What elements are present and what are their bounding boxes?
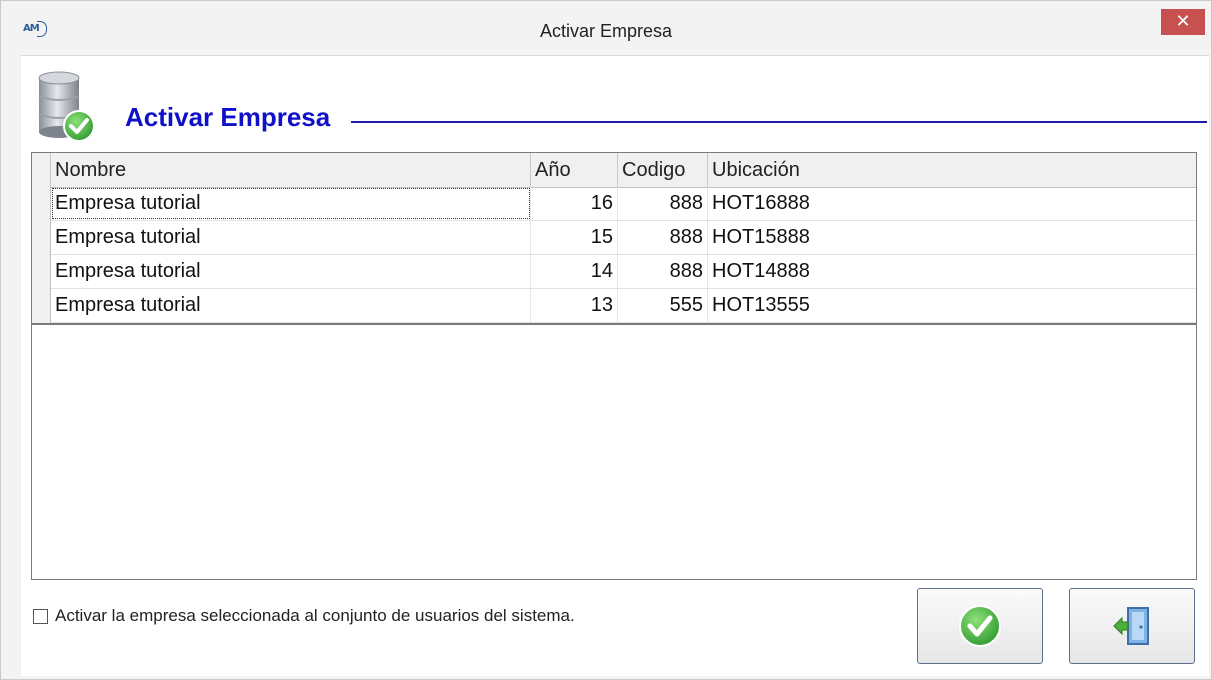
column-header-anio[interactable]: Año [531,153,618,187]
cell-codigo[interactable]: 888 [618,221,708,254]
cell-anio[interactable]: 13 [531,289,618,322]
cell-ubicacion[interactable]: HOT13555 [708,289,1196,322]
section-title: Activar Empresa [125,102,331,132]
row-indicator[interactable] [32,255,51,289]
exit-button[interactable] [1069,588,1195,664]
cell-anio[interactable]: 14 [531,255,618,288]
cell-codigo[interactable]: 555 [618,289,708,322]
cell-ubicacion[interactable]: HOT15888 [708,221,1196,254]
companies-grid[interactable]: Nombre Año Codigo Ubicación Empresa tuto… [31,152,1197,580]
database-check-icon [38,71,95,142]
cell-codigo[interactable]: 888 [618,255,708,288]
grid-header: Nombre Año Codigo Ubicación [32,153,1196,188]
check-icon [959,605,1001,647]
row-indicator[interactable] [32,221,51,255]
cell-nombre[interactable]: Empresa tutorial [51,255,531,288]
table-row[interactable]: Empresa tutorial 15 888 HOT15888 [32,221,1196,255]
cell-anio[interactable]: 15 [531,221,618,254]
activate-all-users-option[interactable]: Activar la empresa seleccionada al conju… [33,604,575,628]
table-row[interactable]: Empresa tutorial 16 888 HOT16888 [32,187,1196,221]
dialog-window: AM Activar Empresa ✕ Activar Empresa Nom… [0,0,1212,680]
cell-ubicacion[interactable]: HOT16888 [708,187,1196,220]
activate-all-users-label[interactable]: Activar la empresa seleccionada al conju… [55,606,575,626]
table-row[interactable]: Empresa tutorial 14 888 HOT14888 [32,255,1196,289]
window-title: Activar Empresa [539,21,673,41]
accept-button[interactable] [917,588,1043,664]
cell-nombre[interactable]: Empresa tutorial [51,187,531,220]
cell-nombre[interactable]: Empresa tutorial [51,289,531,322]
cell-nombre[interactable]: Empresa tutorial [51,221,531,254]
grid-rows-end-line [32,323,1196,325]
title-bar: AM Activar Empresa ✕ [1,1,1211,53]
table-row[interactable]: Empresa tutorial 13 555 HOT13555 [32,289,1196,323]
close-button[interactable]: ✕ [1161,9,1205,35]
dialog-content: Activar Empresa Nombre Año Codigo Ubicac… [21,55,1209,676]
header-indicator [32,153,51,187]
column-header-ubicacion[interactable]: Ubicación [708,153,1196,187]
row-indicator[interactable] [32,187,51,221]
cell-ubicacion[interactable]: HOT14888 [708,255,1196,288]
row-indicator[interactable] [32,289,51,323]
column-header-codigo[interactable]: Codigo [618,153,708,187]
column-header-nombre[interactable]: Nombre [51,153,531,187]
close-icon: ✕ [1175,11,1191,32]
title-underline [351,121,1207,123]
exit-door-icon [1113,607,1149,645]
cell-anio[interactable]: 16 [531,187,618,220]
cell-codigo[interactable]: 888 [618,187,708,220]
activate-all-users-checkbox[interactable] [33,608,48,624]
